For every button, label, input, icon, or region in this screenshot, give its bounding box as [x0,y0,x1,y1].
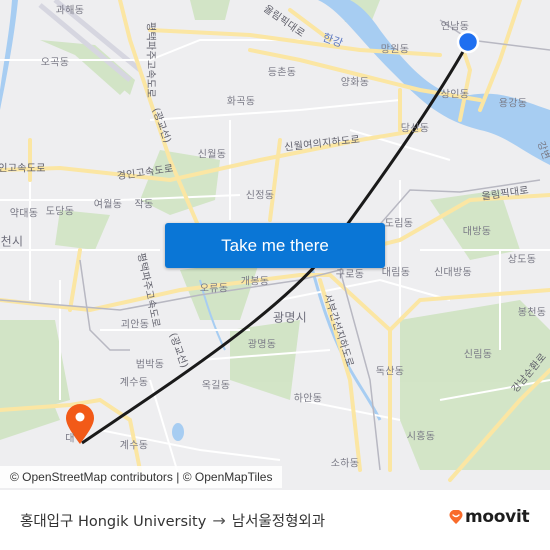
road-label-pyeongtaek-1: 평택파주고속도로 [144,22,156,98]
label-ogok: 오곡동 [40,57,70,69]
origin-name: 홍대입구 Hongik University [20,514,207,530]
label-beombak: 범박동 [135,359,165,371]
label-sinwol: 신월동 [197,149,227,161]
label-sangdo: 상도동 [507,254,537,266]
label-jak: 작동 [134,199,154,211]
label-ori: 오류동 [199,283,229,295]
label-goean: 괴안동 [120,319,150,331]
label-gwangmyeong-si: 광명시 [272,310,308,325]
arrow-right-icon: → [212,511,226,530]
map-attribution[interactable]: © OpenStreetMap contributors | © OpenMap… [0,466,283,488]
moovit-logo: moovit [449,507,530,527]
label-sillim: 신림동 [463,349,493,361]
origin-marker[interactable] [456,30,480,54]
label-soha: 소하동 [330,458,360,470]
label-doksan: 독산동 [375,366,405,378]
label-yakdae: 약대동 [9,208,39,220]
label-haan: 하안동 [293,393,323,405]
label-gaebong: 개봉동 [240,276,270,288]
road-label-gyeongin-1: 인고속도로 [0,163,46,175]
label-yonggang: 용강동 [498,98,528,110]
label-bucheon-si: 천시 [0,234,24,249]
moovit-wordmark: moovit [465,507,530,527]
label-dodang: 도당동 [45,206,75,218]
label-dangsan: 당산동 [400,123,430,135]
label-yanghwa: 양화동 [340,77,370,89]
label-dorim: 도림동 [384,218,414,230]
label-sangin: 상인동 [440,89,470,101]
label-yeowol: 여월동 [93,199,123,211]
label-mangwon: 망원동 [380,44,410,56]
label-yeonnam: 연남동 [440,21,470,33]
label-gyesu-2: 계수동 [119,440,149,452]
label-gwangmyeong-dong: 광명동 [247,339,277,351]
label-gyesu-1: 계수동 [119,377,149,389]
label-hwagok: 화곡동 [226,96,256,108]
moovit-pin-icon [449,510,463,524]
label-okgil: 옥길동 [201,380,231,392]
stream-west [0,0,18,110]
label-deungchon: 등촌동 [267,67,297,79]
destination-name: 남서울정형외과 [231,514,326,530]
take-me-there-button[interactable]: Take me there [165,223,385,268]
label-gwahae: 과해동 [55,5,85,17]
label-sindaebang: 신대방동 [434,267,472,279]
label-dae: 대 [65,433,75,445]
label-bongcheon: 봉천동 [517,307,547,319]
label-daebang: 대방동 [462,226,492,238]
route-summary: 홍대입구 Hongik University → 남서울정형외과 [20,510,325,531]
label-siheung: 시흥동 [406,431,436,443]
label-daerim: 대림동 [381,267,411,279]
label-sinjeong: 신정동 [245,190,275,202]
map[interactable]: 과해동 오곡동 화곡동 등촌동 연남동 망원동 양화동 한강 상인동 용강동 당… [0,0,550,490]
